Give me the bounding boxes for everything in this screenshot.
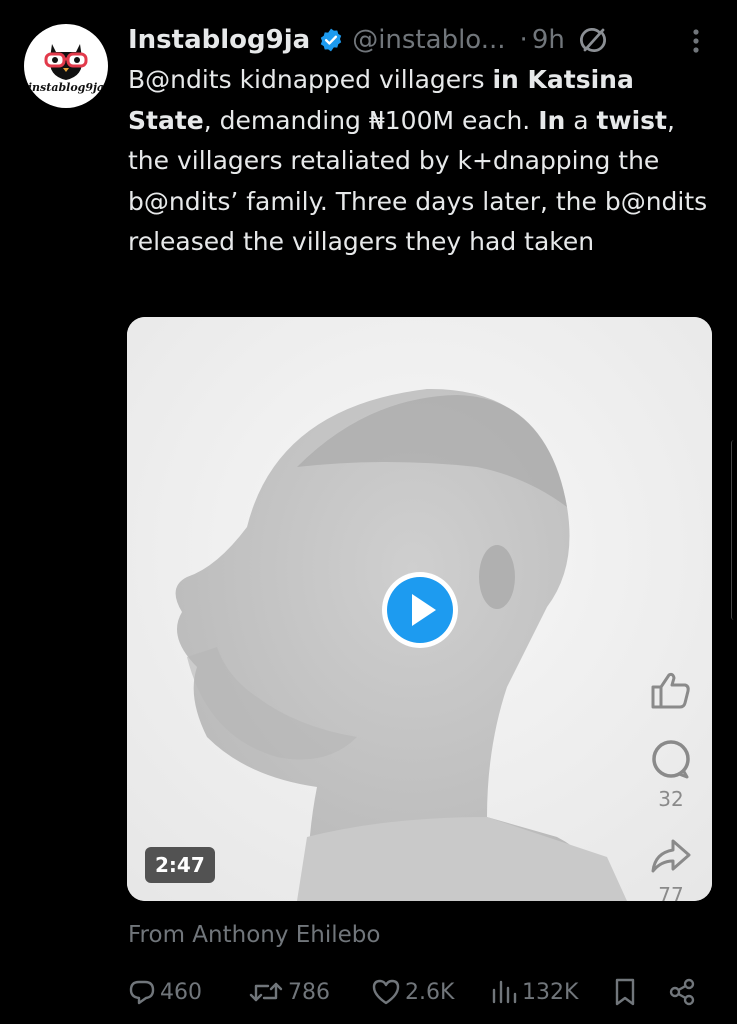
video-duration: 2:47: [145, 847, 215, 883]
video-player[interactable]: 2:47 32 77: [127, 317, 712, 901]
views-button[interactable]: 132K: [490, 970, 578, 1014]
like-icon: [372, 979, 400, 1005]
bookmark-icon: [615, 978, 635, 1006]
views-count: 132K: [522, 979, 579, 1005]
more-icon[interactable]: [692, 28, 700, 54]
share-icon: [669, 978, 695, 1006]
share-button[interactable]: [668, 970, 700, 1014]
bookmark-button[interactable]: [612, 970, 642, 1014]
play-icon: [382, 572, 458, 648]
scrollbar[interactable]: [731, 440, 737, 620]
overlay-comment-count: 32: [658, 787, 684, 811]
post-text-segment: twist: [596, 105, 667, 135]
post-header: Instablog9ja @instablo... · 9h: [128, 20, 718, 60]
post-time[interactable]: 9h: [532, 25, 565, 55]
post-text-segment: B@ndits kidnapped villagers: [128, 65, 493, 94]
verified-badge-icon: [318, 27, 344, 53]
avatar[interactable]: instablog9ja: [24, 24, 108, 108]
play-button[interactable]: [380, 570, 460, 650]
video-attribution[interactable]: From Anthony Ehilebo: [128, 922, 380, 948]
repost-count: 786: [288, 979, 330, 1005]
action-bar: 460 786 2.6K 132K: [128, 970, 718, 1014]
reply-count: 460: [160, 979, 202, 1005]
avatar-wordmark: instablog9ja: [27, 81, 105, 94]
repost-icon: [249, 982, 283, 1002]
reply-button[interactable]: 460: [128, 970, 202, 1014]
grok-icon[interactable]: [579, 26, 607, 54]
post-text: B@ndits kidnapped villagers in Katsina S…: [128, 60, 708, 263]
author-name[interactable]: Instablog9ja: [128, 25, 310, 55]
comment-bubble-icon: [649, 737, 693, 785]
reply-icon: [129, 980, 155, 1005]
share-arrow-icon: [649, 837, 693, 881]
separator-dot: ·: [519, 25, 528, 55]
like-count: 2.6K: [405, 979, 455, 1005]
post-text-segment: a: [565, 105, 597, 135]
owl-logo-icon: [44, 44, 88, 80]
like-button[interactable]: 2.6K: [371, 970, 454, 1014]
author-handle[interactable]: @instablo...: [352, 25, 505, 55]
overlay-share-count: 77: [658, 883, 684, 901]
post-text-segment: In: [538, 105, 566, 135]
post-text-segment: , demanding ₦100M each.: [203, 105, 539, 135]
views-icon: [492, 980, 517, 1004]
repost-button[interactable]: 786: [248, 970, 330, 1014]
thumbs-up-icon: [647, 667, 693, 717]
